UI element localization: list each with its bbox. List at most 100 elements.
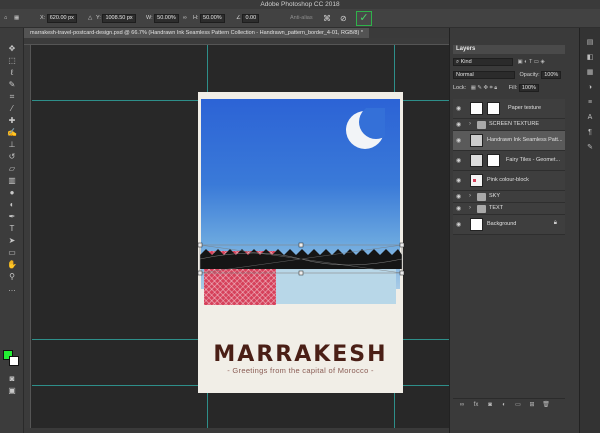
new-group-icon[interactable]: ▭ [513,401,523,409]
search-icon: ⌕ [456,58,460,65]
app-title: Adobe Photoshop CC 2018 [260,1,340,8]
cancel-icon[interactable]: ⊘ [340,14,347,23]
background-color-swatch[interactable] [9,356,19,366]
fill-field[interactable]: 100% [518,83,539,92]
warp-icon[interactable]: ⌘ [323,14,331,23]
gradient-icon[interactable]: ▥ [4,176,20,186]
opacity-label: Opacity: [519,72,540,78]
history-panel-icon[interactable]: ▤ [585,38,595,47]
y-field[interactable]: 1008.50 px [102,14,136,23]
shape-icon[interactable]: ▭ [4,248,20,258]
layer-name: SCREEN TEXTURE [489,121,540,127]
eye-icon[interactable]: ◉ [456,137,464,145]
layer-group-row[interactable]: ◉ › TEXT [453,203,565,215]
border-pattern-transform[interactable] [196,241,406,277]
commit-button[interactable]: ✓ [356,11,372,26]
width-field[interactable]: 50.00% [154,14,179,23]
horizontal-ruler[interactable] [24,38,449,45]
filter-icons[interactable]: ▣ ◐ T ▭ ◈ [518,59,545,65]
vertical-ruler[interactable] [24,45,31,433]
layer-name: TEXT [489,205,504,211]
quick-select-icon[interactable]: ✎ [4,80,20,90]
eyedropper-icon[interactable]: ⁄ [4,104,20,114]
trash-icon[interactable]: 🗑︎ [541,401,551,409]
layer-thumbnail [470,154,483,167]
adjustments-panel-icon[interactable]: ◑ [585,83,595,92]
layer-row[interactable]: ◉ Background 🔒︎ [453,215,565,235]
eye-icon[interactable]: ◉ [456,205,464,213]
brush-panel-icon[interactable]: ✎ [585,143,595,152]
layer-row[interactable]: ◉ Paper texture [453,99,565,119]
healing-icon[interactable]: ✚ [4,116,20,126]
chevron-right-icon[interactable]: › [469,192,471,201]
layer-row-selected[interactable]: ◉ Handrawn Ink Seamless Patt... [453,131,565,151]
adjustment-layer-icon[interactable]: ◐ [499,401,509,409]
eye-icon[interactable]: ◉ [456,193,464,201]
dodge-icon[interactable]: ◐ [4,200,20,210]
eye-icon[interactable]: ◉ [456,105,464,113]
eye-icon[interactable]: ◉ [456,221,464,229]
swatches-panel-icon[interactable]: ▦ [585,68,595,77]
document-tab[interactable]: marrakesh-travel-postcard-design.psd @ 6… [24,28,369,38]
layer-mask-thumbnail [487,154,500,167]
lock-icon: 🔒︎ [553,220,557,226]
layer-mask-icon[interactable]: ◙ [485,401,495,409]
crop-icon[interactable]: ⌗ [4,92,20,102]
layers-panel-title[interactable]: Layers [453,45,565,54]
kind-filter-dropdown[interactable]: ⌕ Kind [453,57,513,66]
poster-subtitle: - Greetings from the capital of Morocco … [227,366,374,375]
anti-alias-label[interactable]: Anti-alias [290,14,313,23]
x-label: X: [40,15,46,21]
stamp-icon[interactable]: ⊥ [4,140,20,150]
lasso-icon[interactable]: ℓ [4,68,20,78]
properties-panel-icon[interactable]: ≡ [585,98,595,107]
status-bar [24,428,449,433]
quick-mask-icon[interactable]: ◙ [4,374,20,384]
angle-field[interactable]: 0.00 [242,14,260,23]
x-field[interactable]: 620.00 px [46,14,77,23]
layer-name: Pink colour-block [487,177,529,183]
paragraph-panel-icon[interactable]: ¶ [585,128,595,137]
layer-group-row[interactable]: ◉ › SKY [453,191,565,203]
blur-icon[interactable]: ● [4,188,20,198]
link-layers-icon[interactable]: ∞ [457,401,467,409]
layer-mask-thumbnail [487,102,500,115]
eye-icon[interactable]: ◉ [456,177,464,185]
layer-name: Fairy Tiles - Geomet... [506,157,561,163]
layer-style-icon[interactable]: fx [471,401,481,409]
layer-row[interactable]: ◉ Pink colour-block [453,171,565,191]
hand-icon[interactable]: ✋ [4,260,20,270]
height-field[interactable]: 50.00% [200,14,225,23]
path-select-icon[interactable]: ➤ [4,236,20,246]
y-label: Y: [96,15,101,21]
brush-icon[interactable]: ✍ [4,128,20,138]
eye-icon[interactable]: ◉ [456,121,464,129]
new-layer-icon[interactable]: ⊞ [527,401,537,409]
chevron-right-icon[interactable]: › [469,204,471,213]
blend-mode-dropdown[interactable]: Normal [453,70,515,79]
home-icon[interactable]: ⌂ [4,14,7,23]
lock-icons[interactable]: ▦ ✎ ✥ ⌗ 🔒︎ [471,85,498,91]
w-label: W: [146,15,153,21]
zoom-icon[interactable]: ⚲ [4,272,20,282]
chevron-right-icon[interactable]: › [469,120,471,129]
screen-mode-icon[interactable]: ▣ [4,386,20,396]
eye-icon[interactable]: ◉ [456,157,464,165]
move-tool-icon[interactable]: ✥ [4,44,20,54]
color-panel-icon[interactable]: ◧ [585,53,595,62]
type-icon[interactable]: T [4,224,20,234]
character-panel-icon[interactable]: A [585,113,595,122]
layer-row[interactable]: ◉ Fairy Tiles - Geomet... [453,151,565,171]
smart-object-thumbnail [470,134,483,147]
angle-icon: ∠ [236,15,241,21]
more-tools-icon[interactable]: … [4,284,20,294]
opacity-field[interactable]: 100% [541,70,562,79]
history-brush-icon[interactable]: ↺ [4,152,20,162]
transform-reference-icon[interactable]: ▦ [14,14,19,23]
link-icon[interactable]: ∞ [183,14,187,23]
delta-icon[interactable]: △ [88,14,92,23]
eraser-icon[interactable]: ▱ [4,164,20,174]
pen-icon[interactable]: ✒ [4,212,20,222]
marquee-icon[interactable]: ⬚ [4,56,20,66]
layer-group-row[interactable]: ◉ › SCREEN TEXTURE [453,119,565,131]
